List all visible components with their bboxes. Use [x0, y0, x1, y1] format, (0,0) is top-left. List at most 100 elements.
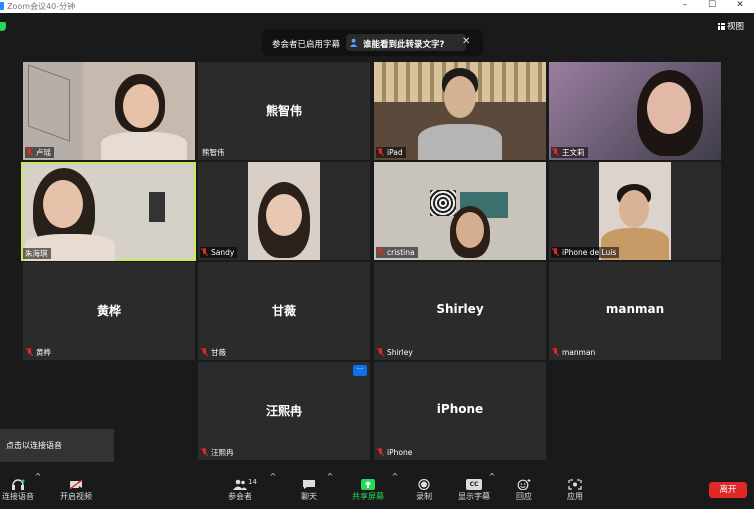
- view-label: 视图: [727, 22, 745, 32]
- video-tile[interactable]: Sandy: [198, 162, 370, 260]
- video-tile[interactable]: ··· 汪熙冉 汪熙冉: [198, 362, 370, 460]
- mic-muted-icon: [378, 448, 384, 456]
- caption-notice-text: 参会者已启用字幕: [272, 40, 341, 50]
- reactions-button[interactable]: 回应: [510, 472, 538, 503]
- participant-name-center: 熊智伟: [265, 104, 302, 118]
- video-off-icon: [69, 479, 83, 490]
- participant-label: 汪熙冉: [200, 447, 237, 458]
- share-screen-button[interactable]: 共享屏幕: [347, 472, 389, 503]
- leave-meeting-button[interactable]: 离开: [709, 482, 747, 498]
- participant-label: iPhone de Luis: [551, 247, 620, 258]
- connect-audio-label: 连接语音: [2, 492, 34, 501]
- start-video-label: 开启视频: [60, 492, 92, 501]
- wall-decoration: [430, 190, 456, 216]
- participant-label: Sandy: [200, 247, 238, 258]
- minimize-button[interactable]: –: [675, 0, 695, 10]
- window-titlebar: Zoom会议40-分钟 – ☐ ✕: [0, 0, 754, 13]
- participant-label: Shirley: [376, 347, 416, 358]
- zoom-app-icon: [0, 2, 4, 10]
- video-tile[interactable]: cristina: [374, 162, 546, 260]
- mic-muted-icon: [202, 248, 208, 256]
- connect-audio-button[interactable]: 连接语音: [0, 472, 36, 503]
- participants-icon: [233, 479, 247, 490]
- mic-muted-icon: [553, 348, 559, 356]
- participants-options-caret[interactable]: ^: [269, 472, 277, 503]
- video-tile[interactable]: 王文莉: [549, 62, 721, 160]
- participant-count: 14: [248, 478, 257, 486]
- chat-button[interactable]: 聊天: [295, 472, 323, 503]
- face: [647, 82, 691, 134]
- face: [123, 84, 159, 128]
- mic-muted-icon: [27, 348, 33, 356]
- participant-label: 黄桦: [25, 347, 54, 358]
- participant-name-center: 黄桦: [96, 304, 121, 318]
- caption-banner: 参会者已启用字幕 谁能看到此转录文字? ✕: [262, 29, 483, 56]
- face: [266, 194, 302, 236]
- window-title: Zoom会议40-分钟: [7, 2, 76, 11]
- face: [444, 76, 476, 118]
- person-icon: [350, 38, 358, 47]
- share-screen-icon: [361, 479, 375, 490]
- participant-name-center: manman: [605, 302, 665, 316]
- transcript-visibility-link[interactable]: 谁能看到此转录文字?: [346, 34, 466, 51]
- reactions-label: 回应: [516, 492, 532, 501]
- video-tile[interactable]: 甘薇 甘薇: [198, 262, 370, 360]
- participant-name-center: Shirley: [436, 302, 484, 316]
- video-tile[interactable]: manman manman: [549, 262, 721, 360]
- participant-label: 卢瑶: [25, 147, 54, 158]
- record-button[interactable]: 录制: [410, 472, 438, 503]
- video-tile-active-speaker[interactable]: 朱海琪: [21, 162, 196, 261]
- close-window-button[interactable]: ✕: [730, 0, 750, 10]
- participant-label: 朱海琪: [23, 248, 51, 259]
- body: [101, 132, 187, 160]
- participant-name-center: iPhone: [436, 402, 484, 416]
- share-screen-label: 共享屏幕: [352, 492, 384, 501]
- start-video-button[interactable]: 开启视频: [58, 472, 94, 503]
- audio-options-caret[interactable]: ^: [34, 472, 42, 503]
- face: [619, 190, 649, 228]
- participant-label: 王文莉: [551, 147, 588, 158]
- participant-label: 熊智伟: [202, 148, 225, 157]
- face: [456, 212, 484, 248]
- face: [43, 180, 83, 228]
- caption-question-text: 谁能看到此转录文字?: [363, 40, 445, 50]
- security-shield-icon[interactable]: [0, 22, 6, 31]
- maximize-button[interactable]: ☐: [702, 0, 722, 10]
- headphones-icon: [12, 479, 25, 490]
- chat-options-caret[interactable]: ^: [326, 472, 334, 503]
- participant-label: iPad: [376, 147, 406, 158]
- close-icon[interactable]: ✕: [462, 36, 470, 47]
- more-options-button[interactable]: ···: [353, 365, 367, 376]
- apps-label: 应用: [567, 492, 583, 501]
- video-tile[interactable]: iPad: [374, 62, 546, 160]
- video-tile[interactable]: iPhone iPhone: [374, 362, 546, 460]
- video-tile[interactable]: 熊智伟 熊智伟: [198, 62, 370, 160]
- speaker-object: [149, 192, 165, 222]
- video-tile[interactable]: 卢瑶: [23, 62, 195, 160]
- video-tile[interactable]: 黄桦 黄桦: [23, 262, 195, 360]
- reaction-emoji-icon: [517, 479, 531, 490]
- view-button[interactable]: 视图: [718, 20, 744, 32]
- share-options-caret[interactable]: ^: [391, 472, 399, 503]
- video-tile[interactable]: iPhone de Luis: [549, 162, 721, 260]
- apps-icon: [568, 479, 582, 490]
- chat-label: 聊天: [301, 492, 317, 501]
- participant-label: manman: [551, 347, 598, 358]
- participant-name-center: 甘薇: [271, 304, 296, 318]
- mic-muted-icon: [202, 348, 208, 356]
- record-label: 录制: [416, 492, 432, 501]
- apps-button[interactable]: 应用: [561, 472, 589, 503]
- mic-muted-icon: [553, 248, 559, 256]
- body: [418, 124, 502, 160]
- chat-icon: [303, 480, 315, 489]
- video-tile[interactable]: Shirley Shirley: [374, 262, 546, 360]
- meeting-toolbar: 连接语音 ^ 开启视频 参会者 14 ^ 聊天 ^ 共享屏幕 ^ 录制 CC 显…: [0, 472, 754, 503]
- closed-captions-icon: CC: [466, 479, 482, 490]
- grid-view-icon: [718, 23, 725, 30]
- connect-audio-tooltip: 点击以连接语音: [0, 429, 114, 462]
- participant-label: iPhone: [376, 447, 415, 458]
- captions-options-caret[interactable]: ^: [488, 472, 496, 503]
- record-icon: [418, 479, 430, 490]
- mic-muted-icon: [202, 448, 208, 456]
- mic-muted-icon: [27, 148, 33, 156]
